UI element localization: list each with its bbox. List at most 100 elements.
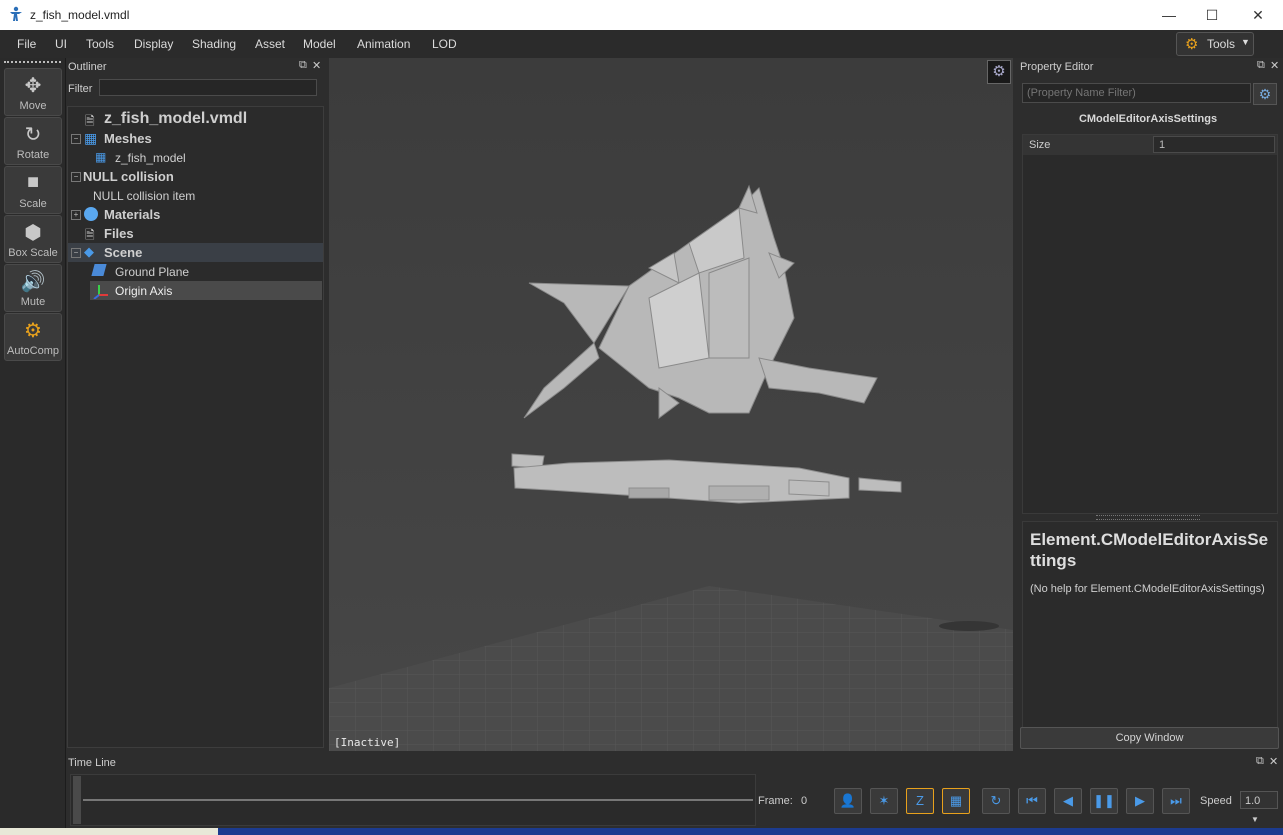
tree-item-scene[interactable]: − ◆ Scene [68, 243, 323, 262]
property-class-name: CModelEditorAxisSettings [1078, 113, 1218, 125]
menu-lod[interactable]: LOD [432, 37, 457, 51]
tree-item-label: Scene [104, 245, 143, 260]
property-table: Size 1 [1022, 134, 1278, 514]
sphere-icon [84, 207, 98, 221]
scale-button[interactable]: ■ Scale [4, 166, 62, 214]
title-bar: z_fish_model.vmdl — ☐ ✕ [0, 0, 1283, 30]
close-icon[interactable]: ✕ [1269, 755, 1278, 768]
viewport-scene [329, 58, 1013, 751]
help-title: Element.CModelEditorAxisSettings [1030, 530, 1269, 570]
tree-item-label: Origin Axis [115, 284, 173, 298]
move-label: Move [19, 100, 47, 112]
speed-select[interactable]: 1.0 ▼ [1240, 791, 1278, 824]
loop-icon[interactable]: ↻ [982, 788, 1010, 814]
box-scale-button[interactable]: ⬢ Box Scale [4, 215, 62, 263]
step-back-icon[interactable]: ◀ [1054, 788, 1082, 814]
tree-item-label: NULL collision item [93, 189, 196, 203]
skip-start-icon[interactable]: ⏮ [1018, 788, 1046, 814]
tree-item-label: z_fish_model.vmdl [104, 110, 248, 127]
tree-item-root[interactable]: 🗎 z_fish_model.vmdl [68, 110, 323, 129]
menu-display[interactable]: Display [134, 37, 173, 51]
menu-asset[interactable]: Asset [255, 37, 285, 51]
tools-dropdown[interactable]: ⚙ Tools ▼ [1176, 32, 1254, 56]
property-row: Size 1 [1023, 135, 1277, 155]
property-settings-icon[interactable]: ⚙ [1253, 83, 1277, 105]
speed-label: Speed [1200, 795, 1232, 807]
maximize-icon[interactable]: ☐ [1189, 0, 1235, 30]
tree-item-ground-plane[interactable]: Ground Plane [68, 262, 323, 281]
step-forward-icon[interactable]: ▶ [1126, 788, 1154, 814]
gear-icon: ⚙ [1185, 36, 1199, 53]
timeline-panel: Time Line ⧉ ✕ Frame: 0 👤 ✶ Z ▦ ↻ ⏮ ◀ ❚❚ … [66, 754, 1283, 828]
box-scale-icon: ⬢ [24, 222, 42, 244]
close-icon[interactable]: ✕ [1270, 59, 1279, 72]
skip-end-icon[interactable]: ⏭ [1162, 788, 1190, 814]
tree-item-null-collision[interactable]: − NULL collision [68, 167, 323, 186]
mute-button[interactable]: 🔊 Mute [4, 264, 62, 312]
left-toolbar: ✥ Move ↻ Rotate ■ Scale ⬢ Box Scale 🔊 Mu… [0, 58, 66, 828]
rotate-label: Rotate [16, 149, 50, 161]
tree-item-label: Files [104, 226, 134, 241]
rotate-button[interactable]: ↻ Rotate [4, 117, 62, 165]
pause-icon[interactable]: ❚❚ [1090, 788, 1118, 814]
tree-item-files[interactable]: 🗎 Files [68, 224, 323, 243]
menu-file[interactable]: File [17, 37, 36, 51]
scene-icon: ◆ [84, 244, 94, 259]
autocomp-button[interactable]: ⚙ AutoComp [4, 313, 62, 361]
tree-item-materials[interactable]: + Materials [68, 205, 323, 224]
figure-icon[interactable]: 👤 [834, 788, 862, 814]
close-icon[interactable]: ✕ [312, 59, 321, 72]
property-filter-input[interactable] [1022, 83, 1251, 103]
menu-tools[interactable]: Tools [86, 37, 114, 51]
window-title: z_fish_model.vmdl [30, 8, 130, 22]
app-icon [10, 6, 22, 21]
tree-item-label: Materials [104, 207, 161, 222]
close-icon[interactable]: ✕ [1235, 0, 1281, 30]
toolbar-grip[interactable] [4, 61, 61, 63]
float-icon[interactable]: ⧉ [1256, 755, 1264, 768]
tree-item-origin-axis[interactable]: Origin Axis [90, 281, 322, 300]
axis-toggle-icon[interactable]: Z [906, 788, 934, 814]
float-icon[interactable]: ⧉ [299, 59, 307, 72]
help-box: Element.CModelEditorAxisSettings (No hel… [1022, 521, 1278, 745]
tree-item-meshes[interactable]: − ▦ Meshes [68, 129, 323, 148]
property-value-field[interactable]: 1 [1153, 136, 1275, 153]
move-icon: ✥ [24, 75, 42, 97]
3d-viewport[interactable]: ⚙ [Inactive] [329, 58, 1013, 751]
menu-ui[interactable]: UI [55, 37, 67, 51]
grid-toggle-icon[interactable]: ▦ [942, 788, 970, 814]
taskbar-strip [0, 828, 1283, 835]
timeline-scrubber[interactable] [73, 776, 81, 824]
timeline-track[interactable] [70, 774, 756, 826]
tree-item-label: Meshes [104, 131, 152, 146]
minimize-icon[interactable]: — [1146, 0, 1192, 30]
outliner-header: Outliner ⧉ ✕ [66, 58, 325, 76]
scale-icon: ■ [26, 171, 40, 193]
menu-bar: File UI Tools Display Shading Asset Mode… [0, 30, 1283, 58]
scale-label: Scale [19, 198, 47, 210]
tree-item-null-collision-item[interactable]: NULL collision item [68, 186, 323, 205]
grid-icon: ▦ [84, 130, 98, 146]
filter-label: Filter [68, 83, 93, 95]
skeleton-icon[interactable]: ✶ [870, 788, 898, 814]
menu-animation[interactable]: Animation [357, 37, 410, 51]
property-editor-panel: Property Editor ⧉ ✕ ⚙ CModelEditorAxisSe… [1016, 58, 1283, 750]
property-editor-title: Property Editor [1020, 61, 1094, 73]
collapse-icon[interactable]: − [71, 172, 81, 182]
help-text: (No help for Element.CModelEditorAxisSet… [1030, 583, 1265, 595]
move-button[interactable]: ✥ Move [4, 68, 62, 116]
collapse-icon[interactable]: − [71, 248, 81, 258]
expand-icon[interactable]: + [71, 210, 81, 220]
viewport-settings-icon[interactable]: ⚙ [987, 60, 1011, 84]
float-icon[interactable]: ⧉ [1257, 59, 1265, 72]
collapse-icon[interactable]: − [71, 134, 81, 144]
menu-shading[interactable]: Shading [192, 37, 236, 51]
filter-input[interactable] [99, 79, 317, 96]
tree-item-mesh[interactable]: ▦ z_fish_model [68, 148, 323, 167]
chevron-down-icon: ▼ [1241, 37, 1250, 47]
splitter-handle[interactable] [1096, 515, 1200, 520]
menu-model[interactable]: Model [303, 37, 336, 51]
copy-window-button[interactable]: Copy Window [1020, 727, 1279, 749]
box-scale-label: Box Scale [8, 247, 58, 259]
outliner-title: Outliner [68, 61, 107, 73]
